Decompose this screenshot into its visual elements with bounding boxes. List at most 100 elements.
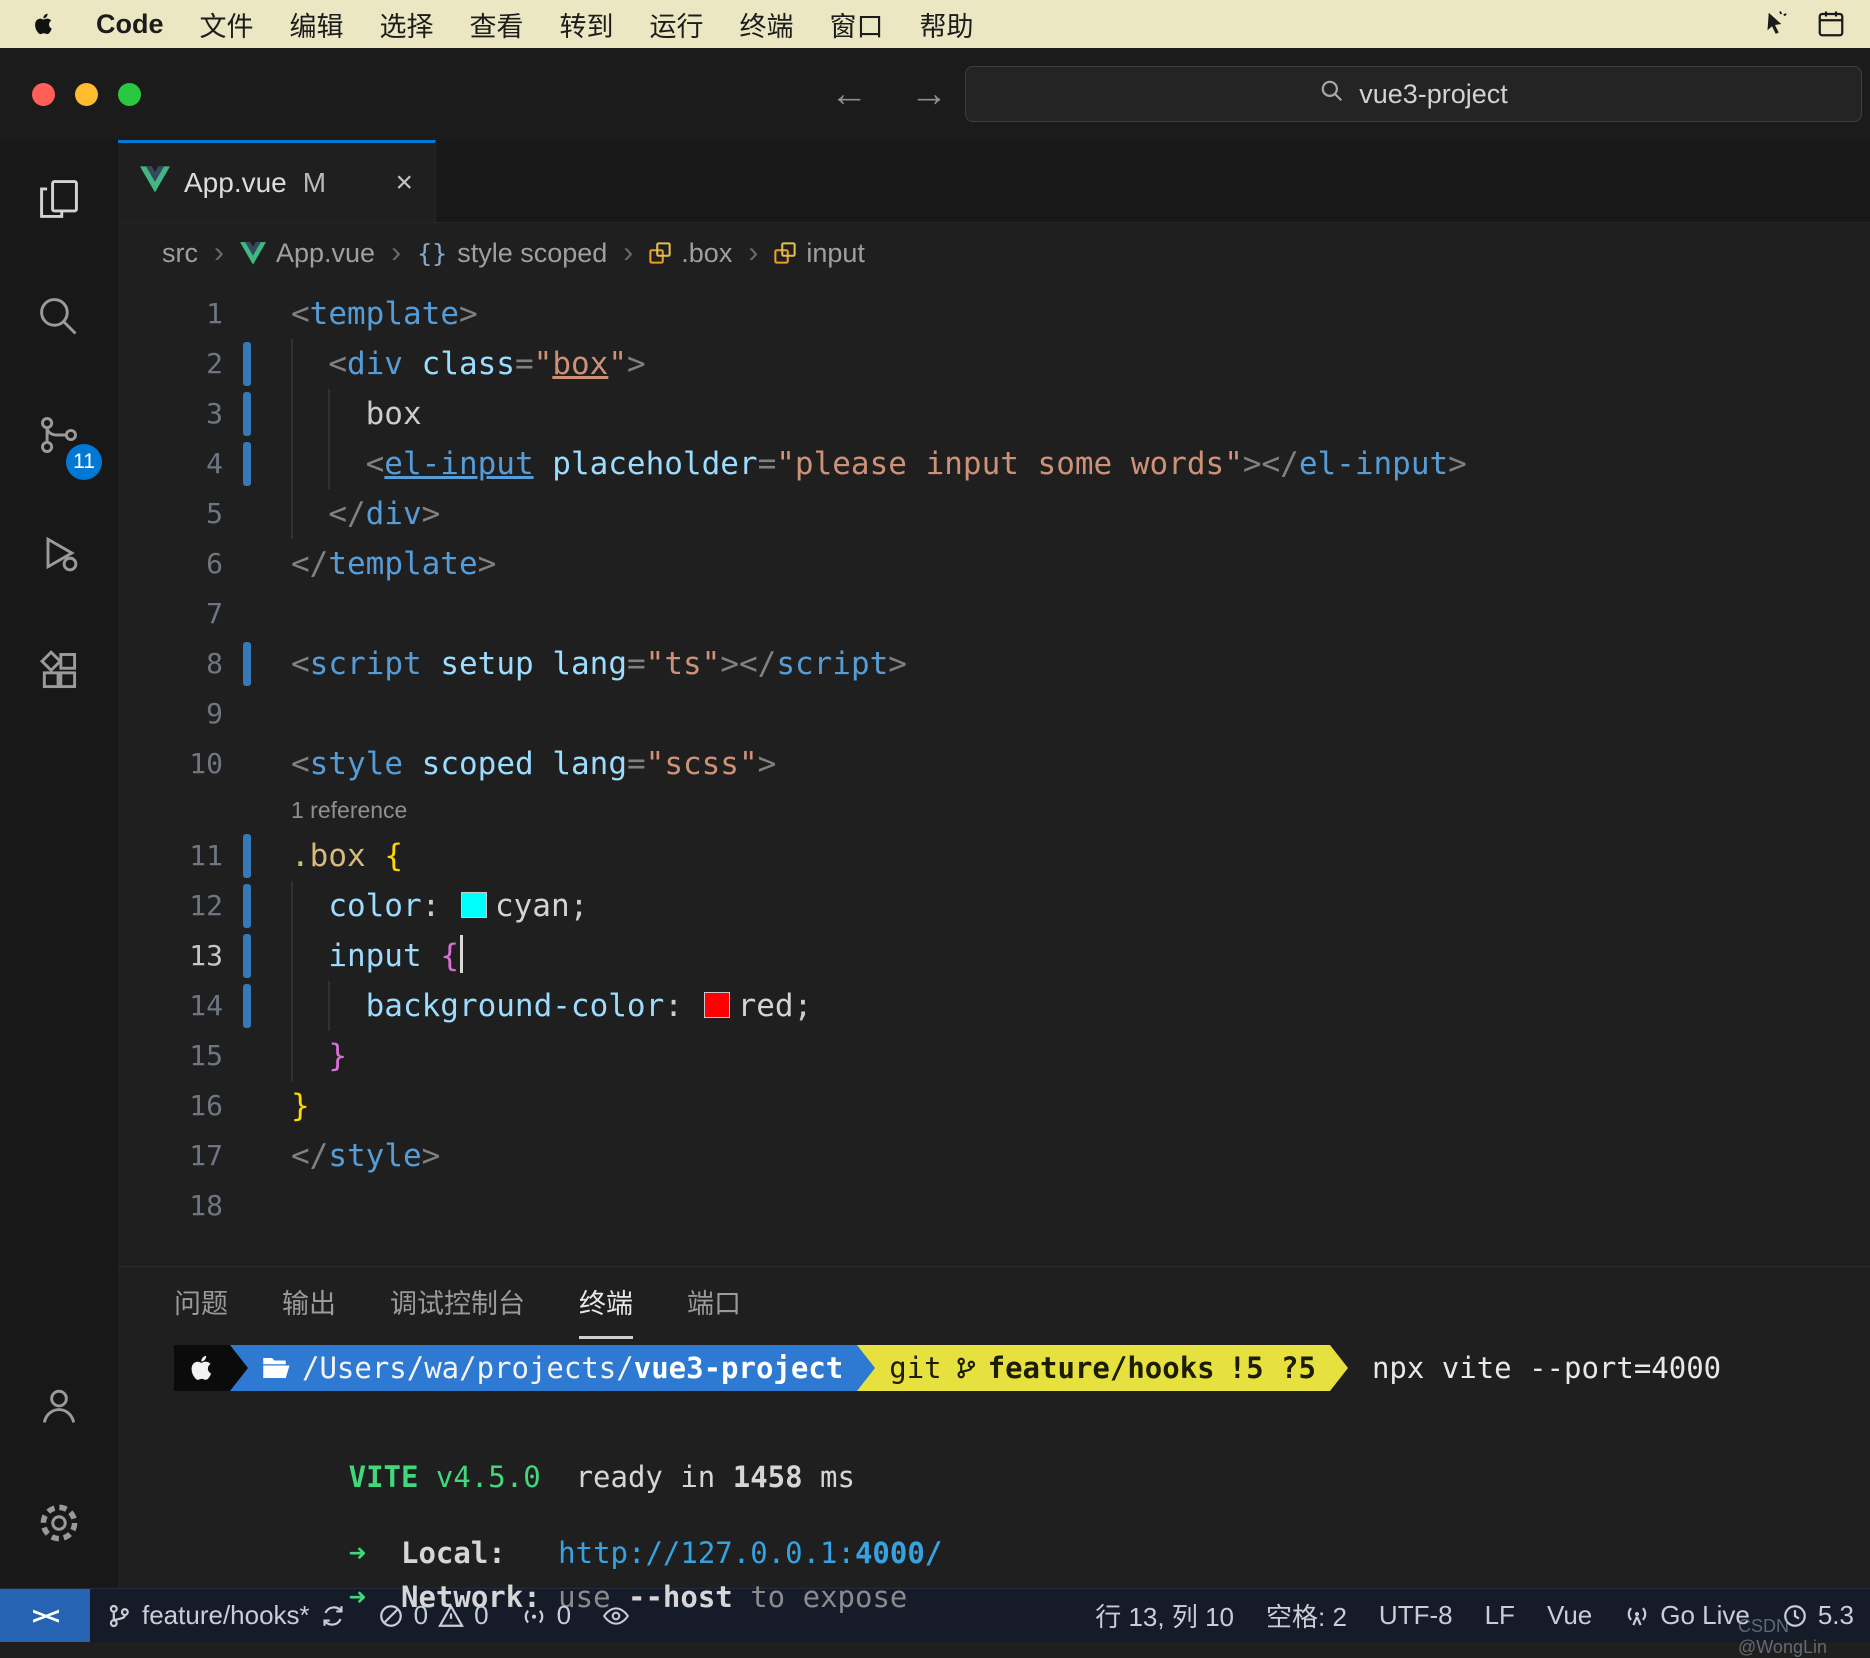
panel-tab-1[interactable]: 输出 [282,1267,336,1339]
line-number: 12 [189,889,223,922]
line-number: 17 [189,1139,223,1172]
statusbar-branch[interactable]: feature/hooks* [90,1589,362,1642]
token: < [291,746,310,782]
code-line-16[interactable]: 16} [118,1081,1870,1131]
menu-item-2[interactable]: 编辑 [272,5,362,44]
menu-item-5[interactable]: 转到 [542,5,632,44]
source-control-icon[interactable]: 11 [0,376,118,494]
minimize-window-button[interactable] [75,82,98,106]
tab-app-vue[interactable]: App.vue M × [118,140,436,222]
breadcrumb-item-input[interactable]: input [774,238,865,269]
codelens-reference[interactable]: 1 reference [118,789,1870,831]
code-editor[interactable]: 1 <template> 2 <div class="box"> 3 box 4 <el-in… [118,283,1870,1266]
calendar-icon[interactable] [1816,9,1846,39]
code-line-10[interactable]: 10 <style scoped lang="scss"> [118,739,1870,789]
menu-item-0[interactable]: Code [78,9,182,40]
code-line-17[interactable]: 17 </style> [118,1131,1870,1181]
code-line-12[interactable]: 12 color: cyan; [118,881,1870,931]
code-text: box [291,389,422,439]
breadcrumb-item-src[interactable]: src [162,238,198,269]
macos-menubar: Code 文件 编辑 选择 查看 转到 运行 终端 窗口 帮助 [0,0,1870,48]
statusbar-eol[interactable]: LF [1469,1589,1531,1642]
menu-item-7[interactable]: 终端 [722,5,812,44]
code-line-11[interactable]: 11 .box { [118,831,1870,881]
git-gutter-mark [243,834,251,878]
token: < [291,296,310,332]
statusbar-cursor-position[interactable]: 行 13, 列 10 [1079,1589,1250,1642]
code-line-14[interactable]: 14 background-color: red; [118,981,1870,1031]
command-center-search[interactable]: vue3-project [965,66,1862,122]
close-tab-icon[interactable]: × [395,166,413,200]
code-line-7[interactable]: 7 [118,589,1870,639]
token: scoped [421,746,534,782]
account-icon[interactable] [0,1346,118,1464]
line-number: 18 [189,1189,223,1222]
token: color [328,888,422,924]
code-line-18[interactable]: 18 [118,1181,1870,1231]
menu-item-3[interactable]: 选择 [362,5,452,44]
statusbar-language[interactable]: Vue [1531,1589,1608,1642]
terminal[interactable]: /Users/wa/projects/vue3-project git feat… [118,1339,1870,1614]
local-port[interactable]: 4000/ [855,1536,942,1570]
token: setup [440,646,534,682]
line-number: 4 [206,447,223,480]
panel-tab-2[interactable]: 调试控制台 [390,1267,525,1339]
panel-tab-4[interactable]: 端口 [687,1267,741,1339]
code-line-4[interactable]: 4 <el-input placeholder="please input som… [118,439,1870,489]
token: template [328,546,478,582]
breadcrumb-item-App.vue[interactable]: App.vue [240,238,375,269]
menu-item-4[interactable]: 查看 [452,5,542,44]
local-url[interactable]: http://127.0.0.1: [558,1536,855,1570]
git-gutter-mark [243,592,251,636]
token: "please input some words" [776,446,1243,482]
code-line-5[interactable]: 5 </div> [118,489,1870,539]
token: " [608,346,627,382]
statusbar-encoding[interactable]: UTF-8 [1363,1589,1469,1642]
explorer-icon[interactable] [0,140,118,258]
vue-icon [140,165,170,200]
menu-item-9[interactable]: 帮助 [902,5,992,44]
settings-gear-icon[interactable] [0,1464,118,1582]
code-line-2[interactable]: 2 <div class="box"> [118,339,1870,389]
apple-menu-icon[interactable] [24,10,64,38]
close-window-button[interactable] [32,82,55,106]
panel-tab-3[interactable]: 终端 [579,1267,633,1339]
code-line-13[interactable]: 13 input { [118,931,1870,981]
token: < [328,346,347,382]
zoom-window-button[interactable] [118,82,141,106]
breadcrumb-item-stylescoped[interactable]: {} style scoped [417,238,607,269]
statusbar-problems[interactable]: 0 0 [362,1589,505,1642]
statusbar-indentation[interactable]: 空格: 2 [1250,1589,1363,1642]
token: box [365,396,422,432]
code-line-8[interactable]: 8 <script setup lang="ts"></script> [118,639,1870,689]
code-line-15[interactable]: 15} [118,1031,1870,1081]
forward-icon[interactable]: → [910,73,948,116]
code-line-6[interactable]: 6 </template> [118,539,1870,589]
extensions-icon[interactable] [0,612,118,730]
run-debug-icon[interactable] [0,494,118,612]
indent-guide [328,981,365,1031]
cursor-icon[interactable] [1760,9,1790,39]
menu-item-6[interactable]: 运行 [632,5,722,44]
code-line-1[interactable]: 1 <template> [118,289,1870,339]
search-sidebar-icon[interactable] [0,258,118,376]
token: "ts" [645,646,721,682]
statusbar-timer[interactable]: 5.3 [1766,1589,1870,1642]
sync-icon[interactable] [320,1603,346,1629]
statusbar-golive[interactable]: Go Live [1608,1589,1766,1642]
powerline-arrow [1329,1345,1348,1391]
chevron-right-icon: › [214,236,224,269]
panel-tab-0[interactable]: 问题 [174,1267,228,1339]
menu-item-1[interactable]: 文件 [182,5,272,44]
indent-guide [291,389,328,439]
breadcrumb-item-.box[interactable]: .box [649,238,732,269]
code-line-9[interactable]: 9 [118,689,1870,739]
code-line-3[interactable]: 3 box [118,389,1870,439]
indent-guide [328,439,365,489]
menu-item-8[interactable]: 窗口 [812,5,902,44]
statusbar-screencast[interactable] [587,1589,645,1642]
remote-indicator[interactable]: >< [0,1589,90,1642]
statusbar-ports[interactable]: 0 [505,1589,587,1642]
back-icon[interactable]: ← [830,73,868,116]
